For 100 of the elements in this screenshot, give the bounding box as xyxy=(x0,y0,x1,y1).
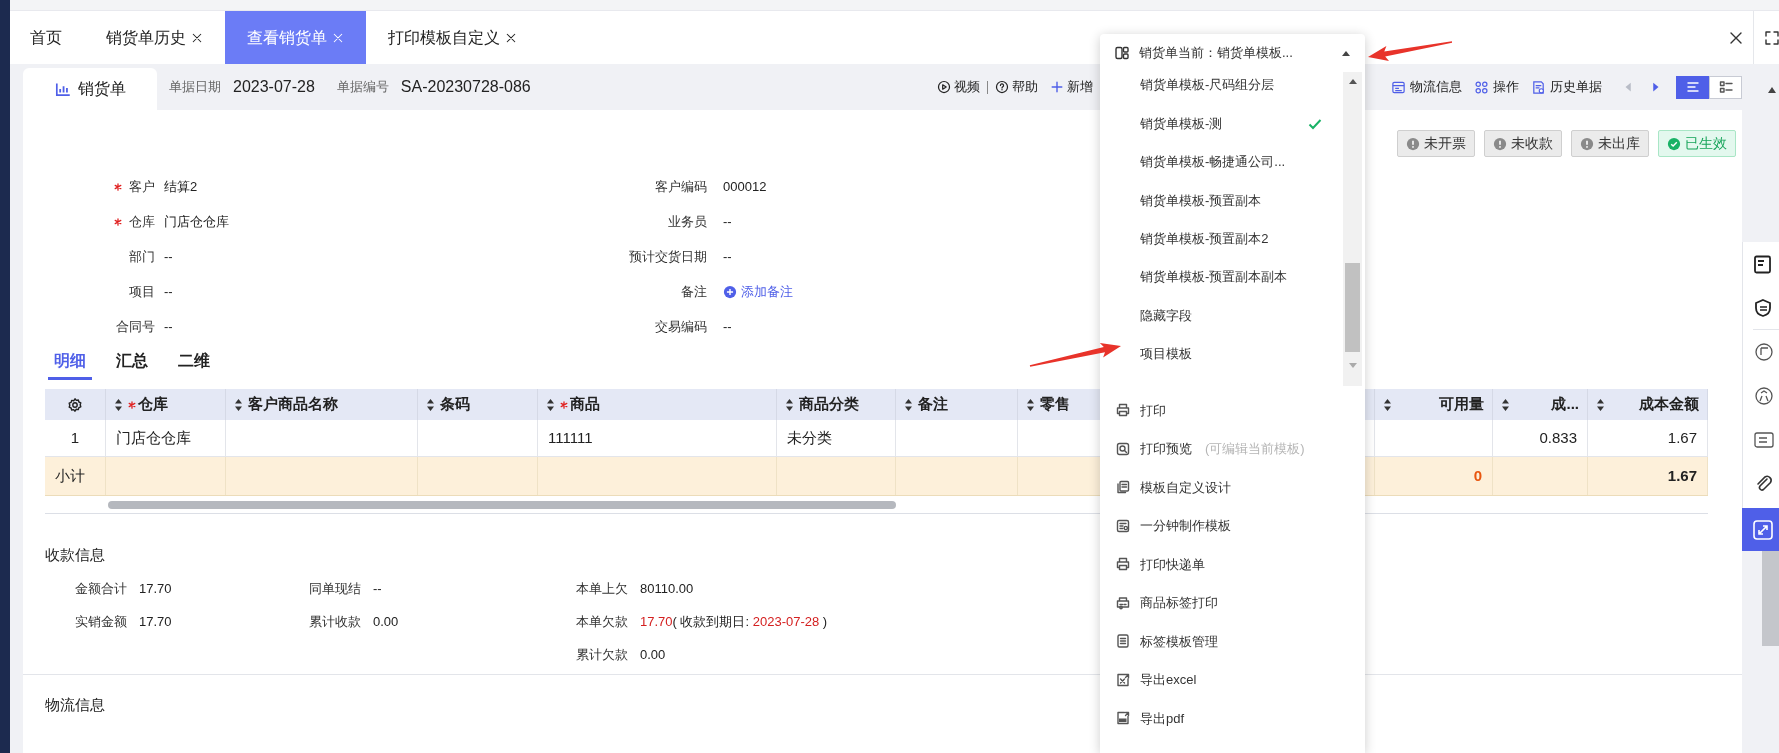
menu-item[interactable]: 打印预览 (可编辑当前模板) xyxy=(1100,429,1365,468)
field-value: 80110.00 xyxy=(640,580,694,599)
form-icon xyxy=(1391,79,1406,95)
circle-icon[interactable] xyxy=(1753,386,1775,406)
tab[interactable]: 打印模板自定义 xyxy=(366,11,539,64)
field-value: -- xyxy=(723,317,732,336)
menu-item[interactable]: 销货单模板-畅捷通公司... xyxy=(1100,142,1343,182)
sort-icon[interactable] xyxy=(114,397,123,412)
preview-icon xyxy=(1115,440,1131,457)
expand-button[interactable] xyxy=(1742,508,1779,551)
sort-icon[interactable] xyxy=(904,397,913,412)
menu-item[interactable]: 销货单模板-预置副本副本 xyxy=(1100,257,1343,297)
sort-icon[interactable] xyxy=(1026,397,1035,412)
add-note-link[interactable]: 添加备注 xyxy=(723,281,793,302)
column-header: 成... xyxy=(1551,394,1579,415)
settings-icon[interactable] xyxy=(67,396,83,413)
toolbar-button[interactable]: 帮助 xyxy=(995,77,1038,97)
sort-icon[interactable] xyxy=(1501,397,1510,412)
field-label: 合同号 xyxy=(116,317,155,336)
document-icon xyxy=(1115,633,1131,650)
toolbar-button[interactable]: 历史单据 xyxy=(1531,77,1602,97)
toolbar-button[interactable]: 物流信息 xyxy=(1391,77,1462,97)
menu-item[interactable]: 标签模板管理 xyxy=(1100,622,1365,661)
menu-item[interactable]: 隐藏字段 xyxy=(1100,296,1343,335)
menu-item[interactable]: 销货单模板-尺码组分层 xyxy=(1100,72,1343,105)
scrollbar-thumb[interactable] xyxy=(1762,551,1779,646)
view-toggle[interactable] xyxy=(1676,75,1709,99)
scroll-up-icon[interactable] xyxy=(1767,86,1777,94)
column-header: 成本金额 xyxy=(1639,394,1699,415)
toolbar-button[interactable]: 操作 xyxy=(1474,77,1519,97)
field-value: 000012 xyxy=(723,177,767,196)
field-value: -- xyxy=(373,580,382,599)
field-value: 门店仓仓库 xyxy=(164,213,229,229)
menu-item[interactable]: 商品标签打印 xyxy=(1100,583,1365,622)
sort-icon[interactable] xyxy=(1596,397,1605,412)
sort-icon[interactable] xyxy=(546,397,555,412)
menu-item[interactable]: 打印快递单 xyxy=(1100,545,1365,584)
exclamation-icon xyxy=(1493,136,1507,151)
menu-item[interactable]: 导出pdf xyxy=(1100,699,1365,738)
field-value: -- xyxy=(723,212,732,231)
scrollbar-thumb[interactable] xyxy=(1345,263,1360,352)
exclamation-icon xyxy=(1406,136,1420,151)
sort-icon[interactable] xyxy=(426,397,435,412)
scrollbar-thumb[interactable] xyxy=(108,500,896,509)
template-selector[interactable]: 销货单当前：销货单模板... xyxy=(1100,34,1365,72)
play-icon xyxy=(937,80,951,94)
field-value: 0.00 xyxy=(373,613,399,632)
table-cell-text: 1.67 xyxy=(1667,427,1697,448)
grid-icon xyxy=(1474,79,1489,95)
menu-item[interactable]: 销货单模板-预置副本2 xyxy=(1100,219,1343,258)
table-cell-text: 0.833 xyxy=(1539,427,1577,448)
sort-icon[interactable] xyxy=(234,397,243,412)
tab[interactable]: 查看销货单 xyxy=(225,11,366,64)
detail-tab[interactable]: 二维 xyxy=(172,349,216,380)
field-label: 预计交货日期 xyxy=(629,247,707,266)
field-value: -- xyxy=(164,283,173,299)
printer-icon xyxy=(1115,556,1131,573)
sort-icon[interactable] xyxy=(1383,397,1392,412)
toolbar-button[interactable]: 新增 xyxy=(1050,77,1093,97)
circle-icon[interactable] xyxy=(1753,342,1775,362)
close-icon[interactable] xyxy=(191,31,203,44)
field-value: 2023-07-28 xyxy=(233,77,315,97)
field-label: 单据编号 xyxy=(336,78,389,97)
field-value: -- xyxy=(164,248,173,264)
field-label: 项目 xyxy=(129,282,155,301)
scroll-up-icon[interactable] xyxy=(1347,78,1358,85)
field-label: 金额合计 xyxy=(75,580,127,599)
menu-item[interactable]: 项目模板 xyxy=(1100,334,1343,374)
toolbar-button[interactable]: 视频 xyxy=(937,77,980,97)
field-value: -- xyxy=(164,318,173,334)
table-cell-text: 小计 xyxy=(55,465,85,486)
menu-item[interactable]: 模板自定义设计 xyxy=(1100,468,1365,507)
close-icon[interactable] xyxy=(505,31,517,44)
column-header: 仓库 xyxy=(138,394,168,415)
menu-item[interactable]: 销货单模板-测 xyxy=(1100,104,1343,143)
field-label: 同单现结 xyxy=(309,580,361,599)
field-label: 交易编码 xyxy=(655,317,707,336)
menu-item[interactable]: 销货单模板-预置副本 xyxy=(1100,181,1343,220)
detail-tab[interactable]: 汇总 xyxy=(110,349,154,380)
sort-icon[interactable] xyxy=(785,397,794,412)
field-value: SA-20230728-086 xyxy=(400,77,531,97)
section-title: 收款信息 xyxy=(45,545,105,565)
detail-tab[interactable]: 明细 xyxy=(48,349,92,380)
check-circle-icon xyxy=(1667,136,1681,151)
document-tab[interactable]: 销货单 xyxy=(23,68,157,110)
copy-icon xyxy=(1115,479,1131,496)
menu-item[interactable]: 导出excel xyxy=(1100,660,1365,699)
printer-icon xyxy=(1115,402,1131,419)
fullscreen-icon[interactable] xyxy=(1764,29,1779,46)
tab[interactable]: 销货单历史 xyxy=(84,11,225,64)
menu-item[interactable]: 一分钟制作模板 xyxy=(1100,506,1365,545)
list-icon xyxy=(1684,79,1701,95)
menu-item[interactable]: 打印 xyxy=(1100,391,1365,430)
field-value: 17.70 xyxy=(139,613,172,632)
ticket-icon[interactable] xyxy=(1753,430,1775,450)
template-icon xyxy=(1115,517,1131,534)
field-value: -- xyxy=(723,247,732,266)
field-label: 单据日期 xyxy=(169,78,221,97)
tab[interactable]: 首页 xyxy=(22,11,84,64)
hint-text: (可编辑当前模板) xyxy=(1205,440,1305,458)
